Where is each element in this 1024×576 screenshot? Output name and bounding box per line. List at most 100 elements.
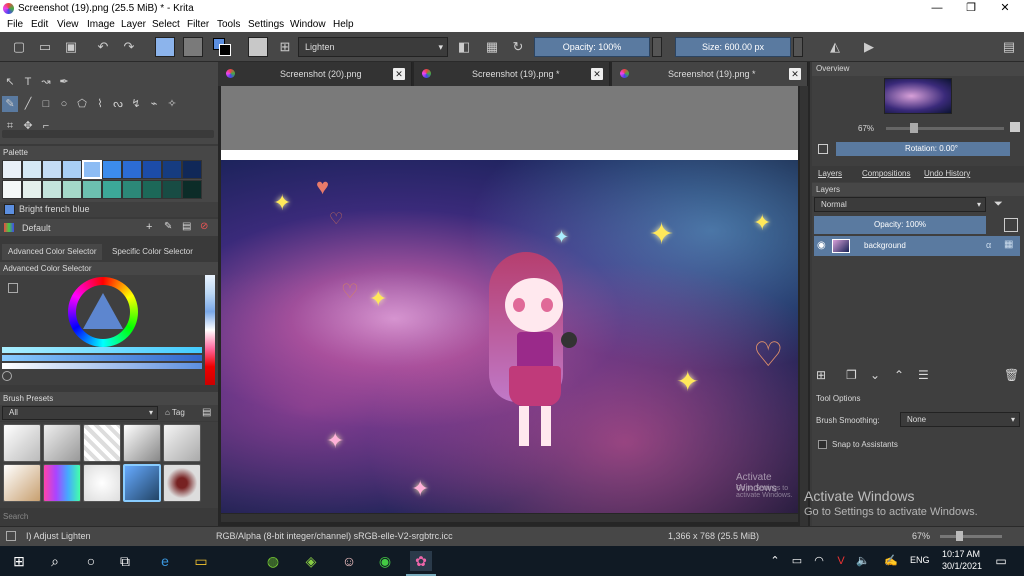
shade-bar[interactable]: [2, 363, 202, 369]
notifications-icon[interactable]: ▭: [990, 551, 1012, 571]
wifi-icon[interactable]: ◠: [808, 551, 830, 571]
reload-preset-icon[interactable]: ↻: [509, 38, 527, 56]
palette-swatch[interactable]: [22, 160, 42, 179]
edit-shapes-icon[interactable]: ↝: [38, 74, 54, 90]
windows-start-icon[interactable]: ⊞: [8, 551, 30, 571]
cortana-icon[interactable]: ○: [80, 551, 102, 571]
brush-editor-icon[interactable]: ⊞: [276, 38, 294, 56]
palette-swatch[interactable]: [122, 160, 142, 179]
rotation-slider[interactable]: Rotation: 0.00°: [836, 142, 1010, 156]
visibility-eye-icon[interactable]: ◉: [817, 240, 826, 251]
snap-to-assistants-checkbox[interactable]: [818, 440, 827, 449]
palette-swatch[interactable]: [142, 160, 162, 179]
new-document-icon[interactable]: ▢: [10, 38, 28, 56]
brush-preset[interactable]: [83, 424, 121, 462]
overview-zoom-slider[interactable]: [886, 127, 1004, 130]
brush-preset[interactable]: [83, 464, 121, 502]
calligraphy-icon[interactable]: ✒: [56, 74, 72, 90]
shade-bar[interactable]: [2, 347, 202, 353]
edge-icon[interactable]: e: [154, 551, 176, 571]
overview-zoom-handle[interactable]: [910, 123, 918, 133]
opacity-spin-icon[interactable]: [652, 37, 662, 57]
move-layer-down-icon[interactable]: ⌄: [870, 368, 880, 382]
tag-button[interactable]: ⌂ Tag: [165, 408, 185, 417]
layer-properties-icon[interactable]: [1004, 218, 1018, 232]
inherit-alpha-icon[interactable]: ▦: [1004, 239, 1013, 250]
menu-tools[interactable]: Tools: [217, 19, 240, 30]
blend-mode-select[interactable]: Lighten ▾: [298, 37, 448, 57]
palette-swatch[interactable]: [162, 180, 182, 199]
text-tool-icon[interactable]: T: [20, 74, 36, 90]
ellipse-tool-icon[interactable]: ○: [56, 96, 72, 112]
add-color-icon[interactable]: +: [146, 221, 152, 233]
layer-row-background[interactable]: ◉ background α ▦: [814, 236, 1020, 256]
polygon-tool-icon[interactable]: ⬠: [74, 96, 90, 112]
palette-swatch[interactable]: [182, 180, 202, 199]
refresh-icon[interactable]: [2, 371, 12, 381]
alpha-lock-icon[interactable]: ▦: [483, 38, 501, 56]
fill-gradient-icon[interactable]: [155, 37, 175, 57]
palette-swatch[interactable]: [62, 180, 82, 199]
brush-view-menu-icon[interactable]: ▤: [202, 407, 211, 418]
krita-taskbar-icon[interactable]: ✿: [410, 551, 432, 571]
palette-swatch[interactable]: [2, 160, 22, 179]
tab-undo-history[interactable]: Undo History: [924, 169, 970, 178]
close-tab-icon[interactable]: ✕: [591, 68, 603, 80]
toolbox-scrollbar[interactable]: [2, 130, 214, 138]
palette-menu-icon[interactable]: ▤: [182, 221, 191, 232]
close-button[interactable]: ✕: [988, 0, 1022, 18]
line-tool-icon[interactable]: ╱: [20, 96, 36, 112]
palette-swatch[interactable]: [182, 160, 202, 179]
multibrush-icon[interactable]: ✧: [164, 96, 180, 112]
open-document-icon[interactable]: ▭: [36, 38, 54, 56]
eraser-icon[interactable]: ◧: [455, 38, 473, 56]
dynamic-brush-icon[interactable]: ⌁: [146, 96, 162, 112]
vertical-scrollbar[interactable]: [800, 86, 808, 526]
duplicate-layer-icon[interactable]: ❐: [846, 368, 857, 382]
selected-color-row[interactable]: Bright french blue: [0, 202, 218, 217]
vpn-icon[interactable]: V: [830, 551, 852, 571]
overview-thumbnail[interactable]: [884, 78, 952, 114]
edit-color-icon[interactable]: ✎: [164, 221, 172, 232]
horizontal-scrollbar[interactable]: [221, 514, 798, 522]
palette-swatch[interactable]: [62, 160, 82, 179]
tab-advanced-color-selector[interactable]: Advanced Color Selector: [2, 244, 102, 260]
background-color-icon[interactable]: [219, 44, 231, 56]
undo-icon[interactable]: ↶: [94, 38, 112, 56]
brush-smoothing-select[interactable]: None ▾: [900, 412, 1020, 427]
color-selector-settings-icon[interactable]: [8, 283, 18, 293]
palette-swatch[interactable]: [22, 180, 42, 199]
show-hidden-icons-icon[interactable]: ⌃: [764, 551, 786, 571]
status-zoom-handle[interactable]: [956, 531, 963, 541]
status-zoom-slider[interactable]: [940, 535, 1002, 538]
clock-date[interactable]: 30/1/2021: [942, 561, 982, 571]
close-tab-icon[interactable]: ✕: [789, 68, 801, 80]
volume-icon[interactable]: 🔈: [852, 551, 874, 571]
freehand-brush-icon[interactable]: ✎: [2, 96, 18, 112]
palette-swatch[interactable]: [82, 160, 102, 179]
menu-filter[interactable]: Filter: [187, 19, 209, 30]
tab-specific-color-selector[interactable]: Specific Color Selector: [106, 244, 196, 260]
palette-swatch[interactable]: [162, 160, 182, 179]
layer-filter-icon[interactable]: ⏷: [994, 198, 1003, 211]
palette-swatch[interactable]: [142, 180, 162, 199]
brush-preset[interactable]: [43, 424, 81, 462]
palette-name[interactable]: Default: [22, 223, 51, 233]
minimize-button[interactable]: —: [920, 0, 954, 18]
docker-menu-icon[interactable]: ▤: [1000, 38, 1018, 56]
menu-view[interactable]: View: [57, 19, 79, 30]
layer-blend-select[interactable]: Normal ▾: [814, 197, 986, 212]
brush-preset[interactable]: [123, 424, 161, 462]
palette-swatch[interactable]: [122, 180, 142, 199]
palette-swatch[interactable]: [42, 160, 62, 179]
palette-swatch[interactable]: [102, 160, 122, 179]
brush-filter-select[interactable]: All ▾: [2, 406, 158, 420]
add-layer-icon[interactable]: ⊞: [816, 368, 826, 382]
menu-select[interactable]: Select: [152, 19, 180, 30]
fill-pattern-icon[interactable]: [183, 37, 203, 57]
battery-icon[interactable]: ▭: [786, 551, 808, 571]
tab-layers[interactable]: Layers: [818, 169, 842, 178]
save-icon[interactable]: ▣: [62, 38, 80, 56]
document-tab[interactable]: Screenshot (19).png * ✕: [414, 62, 610, 86]
close-tab-icon[interactable]: ✕: [393, 68, 405, 80]
